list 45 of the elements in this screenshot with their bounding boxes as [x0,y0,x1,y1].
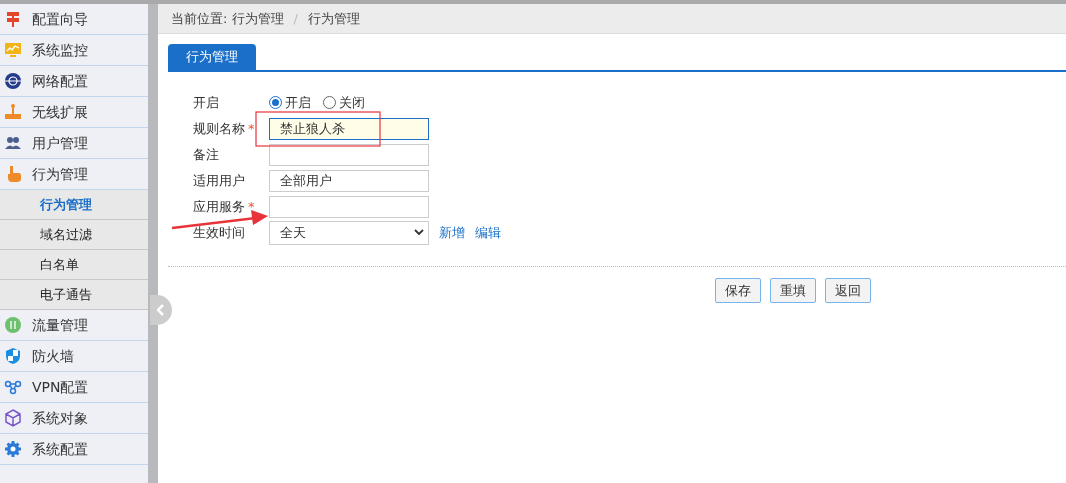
traffic-icon [4,316,22,334]
sidebar-item[interactable]: 防火墙 [0,341,148,372]
settings-icon [4,440,22,458]
chevron-down-icon [414,229,424,236]
collapse-handle[interactable] [150,295,172,325]
field-label: 生效时间 [193,224,245,240]
link[interactable]: 新增 [439,222,465,243]
users-icon [4,134,22,152]
sidebar-item[interactable]: 系统监控 [0,35,148,66]
globe-icon [4,72,22,90]
submenu-item[interactable]: 域名过滤 [0,220,148,250]
breadcrumb-item: 行为管理 [307,9,360,28]
field-label: 规则名称 [193,120,245,136]
required-mark: * [248,198,255,214]
sidebar-item[interactable]: 流量管理 [0,310,148,341]
cube-icon [4,409,22,427]
field-label: 适用用户 [193,172,245,188]
sidebar-item[interactable]: 系统配置 [0,434,148,465]
radio-option[interactable]: 开启 [269,92,311,113]
select-field[interactable]: 全天 [269,220,429,245]
input-field[interactable]: 全部用户 [269,169,429,192]
link[interactable]: 编辑 [475,222,501,243]
tab[interactable]: 行为管理 [168,44,256,70]
input-field[interactable]: 禁止狼人杀 [269,117,429,140]
monitor-icon [4,41,22,59]
submenu-item[interactable]: 白名单 [0,250,148,280]
sidebar-item[interactable]: 网络配置 [0,66,148,97]
network-icon [4,378,22,396]
required-mark: * [248,120,255,136]
breadcrumb-separator: / [293,9,298,28]
form-button[interactable]: 保存 [715,277,761,303]
signpost-icon [4,10,22,28]
form-button[interactable]: 返回 [825,277,871,303]
shield-icon [4,347,22,365]
input-field[interactable] [269,195,429,218]
field-label: 应用服务 [193,198,245,214]
form-button[interactable]: 重填 [770,277,816,303]
submenu-item[interactable]: 电子通告 [0,280,148,310]
breadcrumb-text: 当前位置: 行为管理 [171,9,284,28]
submenu-item[interactable]: 行为管理 [0,190,148,220]
field-label: 开启 [193,94,219,110]
field-label: 备注 [193,146,219,162]
input-field[interactable] [269,143,429,166]
router-icon [4,103,22,121]
radio-option[interactable]: 关闭 [323,92,365,113]
